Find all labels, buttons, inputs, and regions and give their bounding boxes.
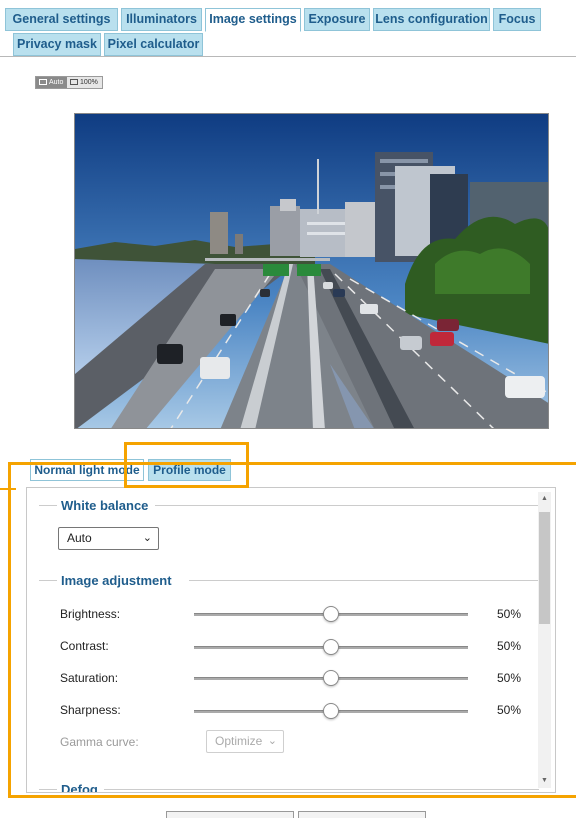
tab-illuminators[interactable]: Illuminators <box>121 8 202 31</box>
tab-pixel-calculator[interactable]: Pixel calculator <box>104 33 203 56</box>
tab-exposure[interactable]: Exposure <box>304 8 370 31</box>
highlight-settings-panel <box>8 462 576 798</box>
tab-lens-configuration[interactable]: Lens configuration <box>373 8 490 31</box>
camera-scene <box>75 114 548 428</box>
tab-focus[interactable]: Focus <box>493 8 541 31</box>
highlight-leader-line <box>0 488 16 490</box>
view-auto-button[interactable]: Auto <box>36 77 67 88</box>
camera-live-view[interactable] <box>74 113 549 429</box>
view-size-toggle: Auto 100% <box>35 76 103 89</box>
tab-underline <box>0 56 576 57</box>
tab-privacy-mask[interactable]: Privacy mask <box>13 33 101 56</box>
view-full-label: 100% <box>80 79 98 86</box>
tab-image-settings[interactable]: Image settings <box>205 8 301 32</box>
fit-icon <box>39 79 47 85</box>
view-auto-label: Auto <box>49 79 64 86</box>
tab-general-settings[interactable]: General settings <box>5 8 118 31</box>
view-full-button[interactable]: 100% <box>67 77 103 88</box>
bottom-button-left[interactable] <box>166 811 294 818</box>
actual-size-icon <box>70 79 78 85</box>
bottom-button-right[interactable] <box>298 811 426 818</box>
